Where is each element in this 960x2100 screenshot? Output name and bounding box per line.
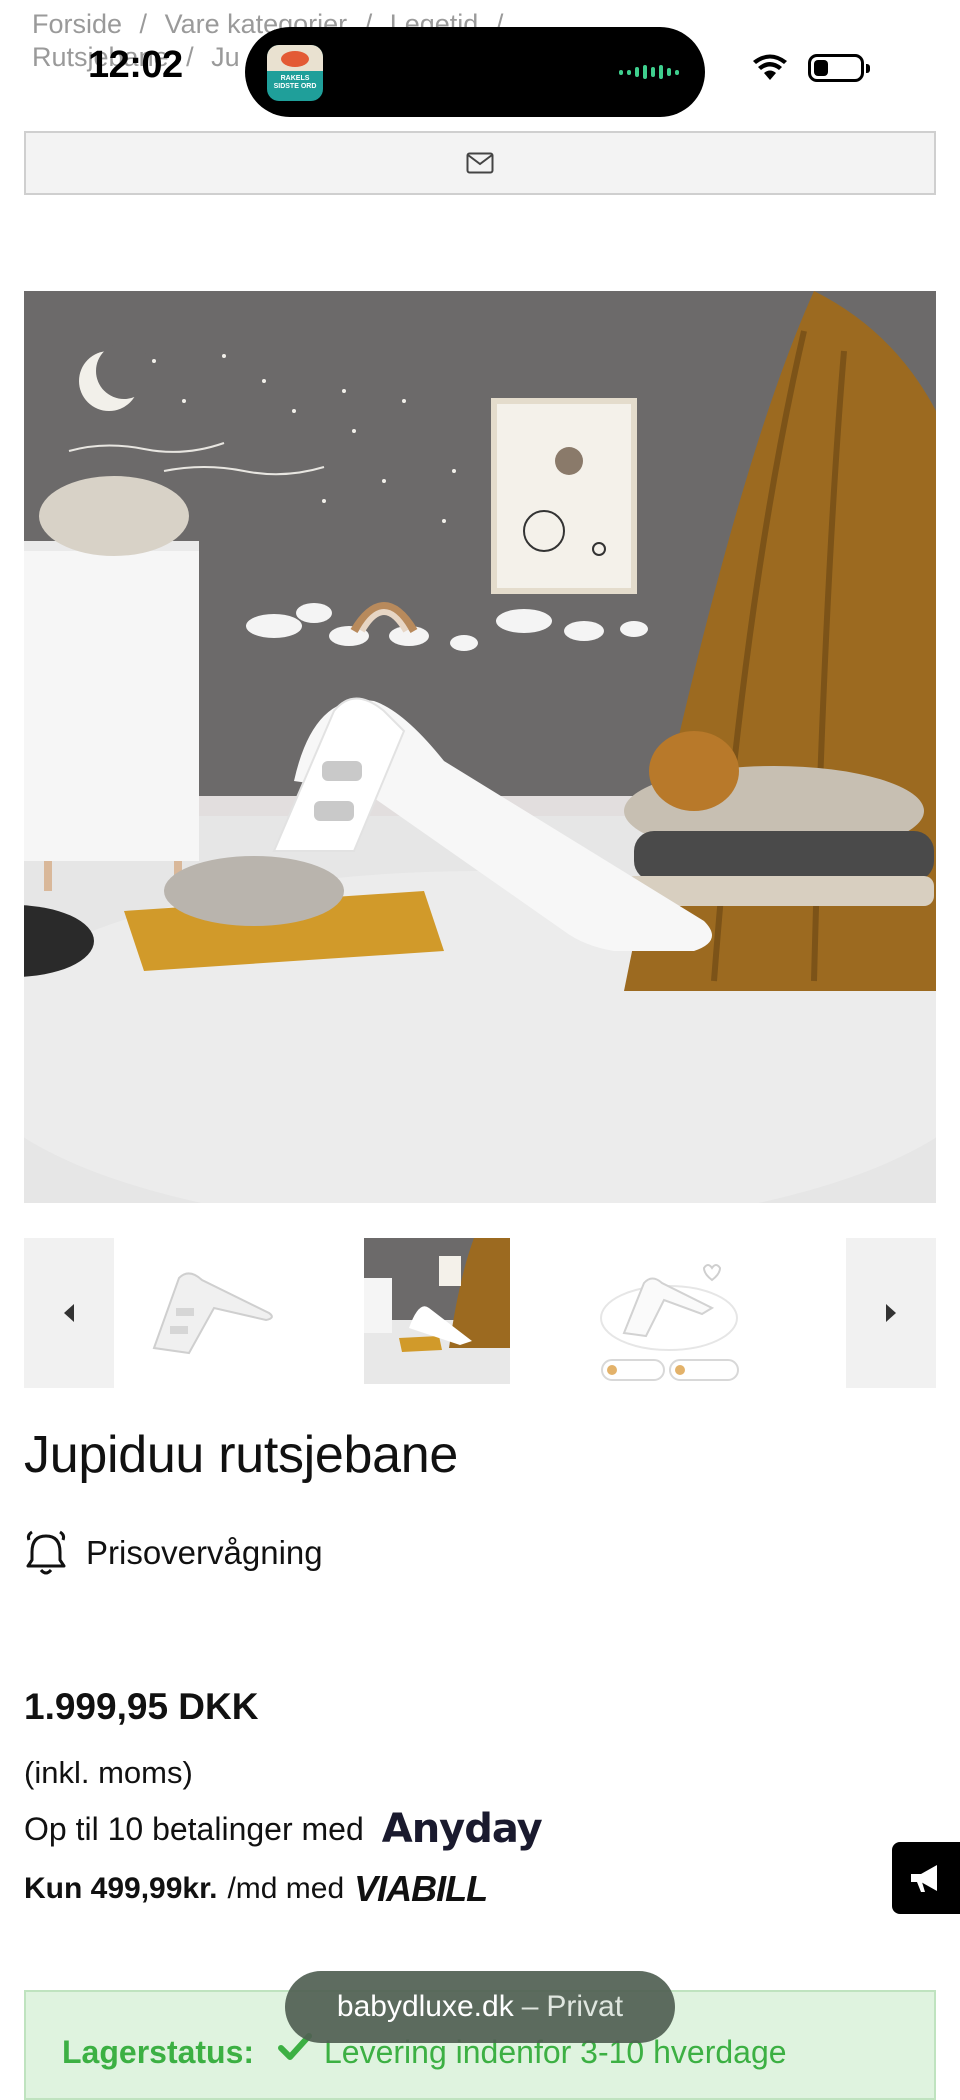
anyday-logo: Anyday — [381, 1806, 543, 1852]
status-time: 12:02 — [88, 44, 183, 86]
thumbnail-carousel — [24, 1238, 936, 1388]
nursery-slide-illustration — [24, 291, 936, 1203]
viabill-amount: Kun 499,99kr. — [24, 1872, 218, 1905]
audio-waveform-icon — [619, 65, 679, 79]
now-playing-app-icon: RAKELS SIDSTE ORD — [267, 45, 323, 101]
anyday-text: Op til 10 betalinger med — [24, 1810, 364, 1847]
viabill-financing[interactable]: Kun 499,99kr. /md med VIABILL — [24, 1868, 488, 1910]
contact-email-button[interactable] — [24, 131, 936, 195]
caret-left-icon — [64, 1304, 74, 1322]
browser-address-pill[interactable]: babydluxe.dk – Privat — [285, 1971, 675, 2043]
breadcrumb-separator: / — [139, 9, 148, 39]
price-watch-button[interactable]: Prisovervågning — [24, 1530, 323, 1576]
carousel-next-button[interactable] — [846, 1238, 936, 1388]
slide-side-view-image — [134, 1238, 284, 1388]
thumbnail-3[interactable] — [594, 1238, 744, 1388]
breadcrumb-separator: / — [186, 42, 194, 72]
stock-status-label: Lagerstatus: — [62, 2034, 255, 2070]
viabill-logo: VIABILL — [354, 1868, 488, 1909]
browser-private-mode: Privat — [546, 1990, 624, 2023]
slide-room-thumbnail-image — [364, 1238, 510, 1384]
breadcrumb-home[interactable]: Forside — [32, 9, 122, 39]
island-app-text: RAKELS SIDSTE ORD — [273, 75, 317, 90]
browser-domain: babydluxe.dk — [336, 1990, 514, 2023]
vat-note: (inkl. moms) — [24, 1755, 193, 1790]
wifi-icon — [753, 54, 787, 80]
product-price: 1.999,95 DKK — [24, 1686, 259, 1727]
caret-right-icon — [886, 1304, 896, 1322]
browser-separator: – — [521, 1990, 539, 2023]
product-main-image[interactable] — [24, 291, 936, 1203]
thumbnail-2[interactable] — [364, 1238, 510, 1388]
envelope-icon — [466, 152, 494, 174]
thumbnail-1[interactable] — [134, 1238, 284, 1388]
dynamic-island[interactable]: RAKELS SIDSTE ORD — [245, 27, 705, 117]
slide-features-diagram-image — [594, 1238, 744, 1388]
anyday-financing[interactable]: Op til 10 betalinger med Anyday — [24, 1806, 543, 1852]
megaphone-icon — [911, 1865, 937, 1892]
breadcrumb-current: Ju — [211, 42, 240, 72]
price-watch-label: Prisovervågning — [86, 1534, 323, 1571]
product-title: Jupiduu rutsjebane — [24, 1426, 459, 1484]
announcement-button[interactable] — [892, 1842, 960, 1914]
viabill-text: /md med — [227, 1872, 345, 1905]
battery-icon — [808, 54, 870, 82]
carousel-prev-button[interactable] — [24, 1238, 114, 1388]
bell-icon — [26, 1530, 66, 1575]
